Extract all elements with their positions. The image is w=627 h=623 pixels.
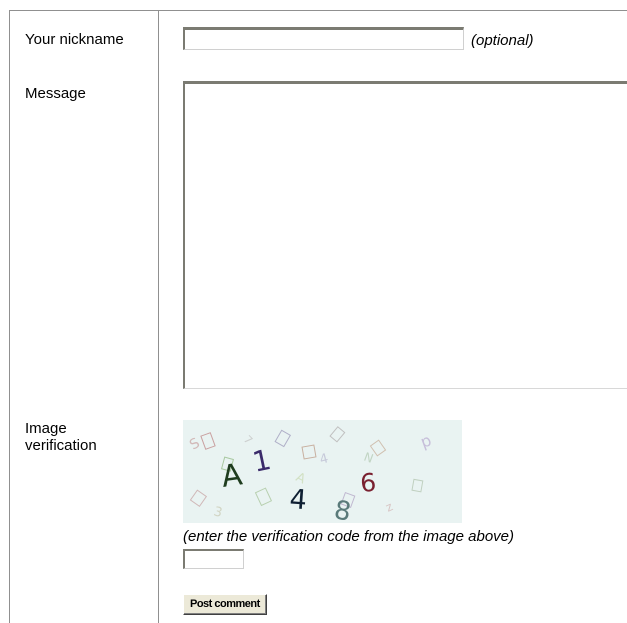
svg-text:8: 8 bbox=[332, 495, 354, 523]
verification-hint: (enter the verification code from the im… bbox=[183, 528, 515, 545]
svg-text:4: 4 bbox=[318, 451, 330, 468]
svg-text:N: N bbox=[362, 450, 375, 466]
nickname-optional-hint: (optional) bbox=[471, 32, 534, 49]
message-label: Message bbox=[25, 85, 86, 102]
svg-text:A: A bbox=[219, 457, 245, 495]
nickname-input[interactable] bbox=[183, 27, 464, 50]
svg-text:p: p bbox=[418, 430, 434, 451]
svg-text:4: 4 bbox=[289, 484, 308, 516]
captcha-image: S A 4 N p 3 z 7 A 1 4 8 6 bbox=[183, 420, 462, 523]
svg-text:1: 1 bbox=[250, 443, 274, 479]
nickname-label: Your nickname bbox=[25, 31, 124, 48]
svg-text:6: 6 bbox=[359, 468, 377, 498]
column-divider bbox=[158, 10, 159, 623]
post-comment-button[interactable]: Post comment bbox=[183, 594, 267, 615]
image-verification-label-text: Image verification bbox=[25, 420, 97, 454]
verification-code-input[interactable] bbox=[183, 549, 244, 569]
message-textarea[interactable] bbox=[183, 81, 627, 389]
svg-text:z: z bbox=[383, 499, 395, 514]
svg-text:3: 3 bbox=[212, 504, 224, 521]
image-verification-label: Image verification bbox=[25, 420, 135, 454]
svg-text:S: S bbox=[187, 435, 203, 453]
